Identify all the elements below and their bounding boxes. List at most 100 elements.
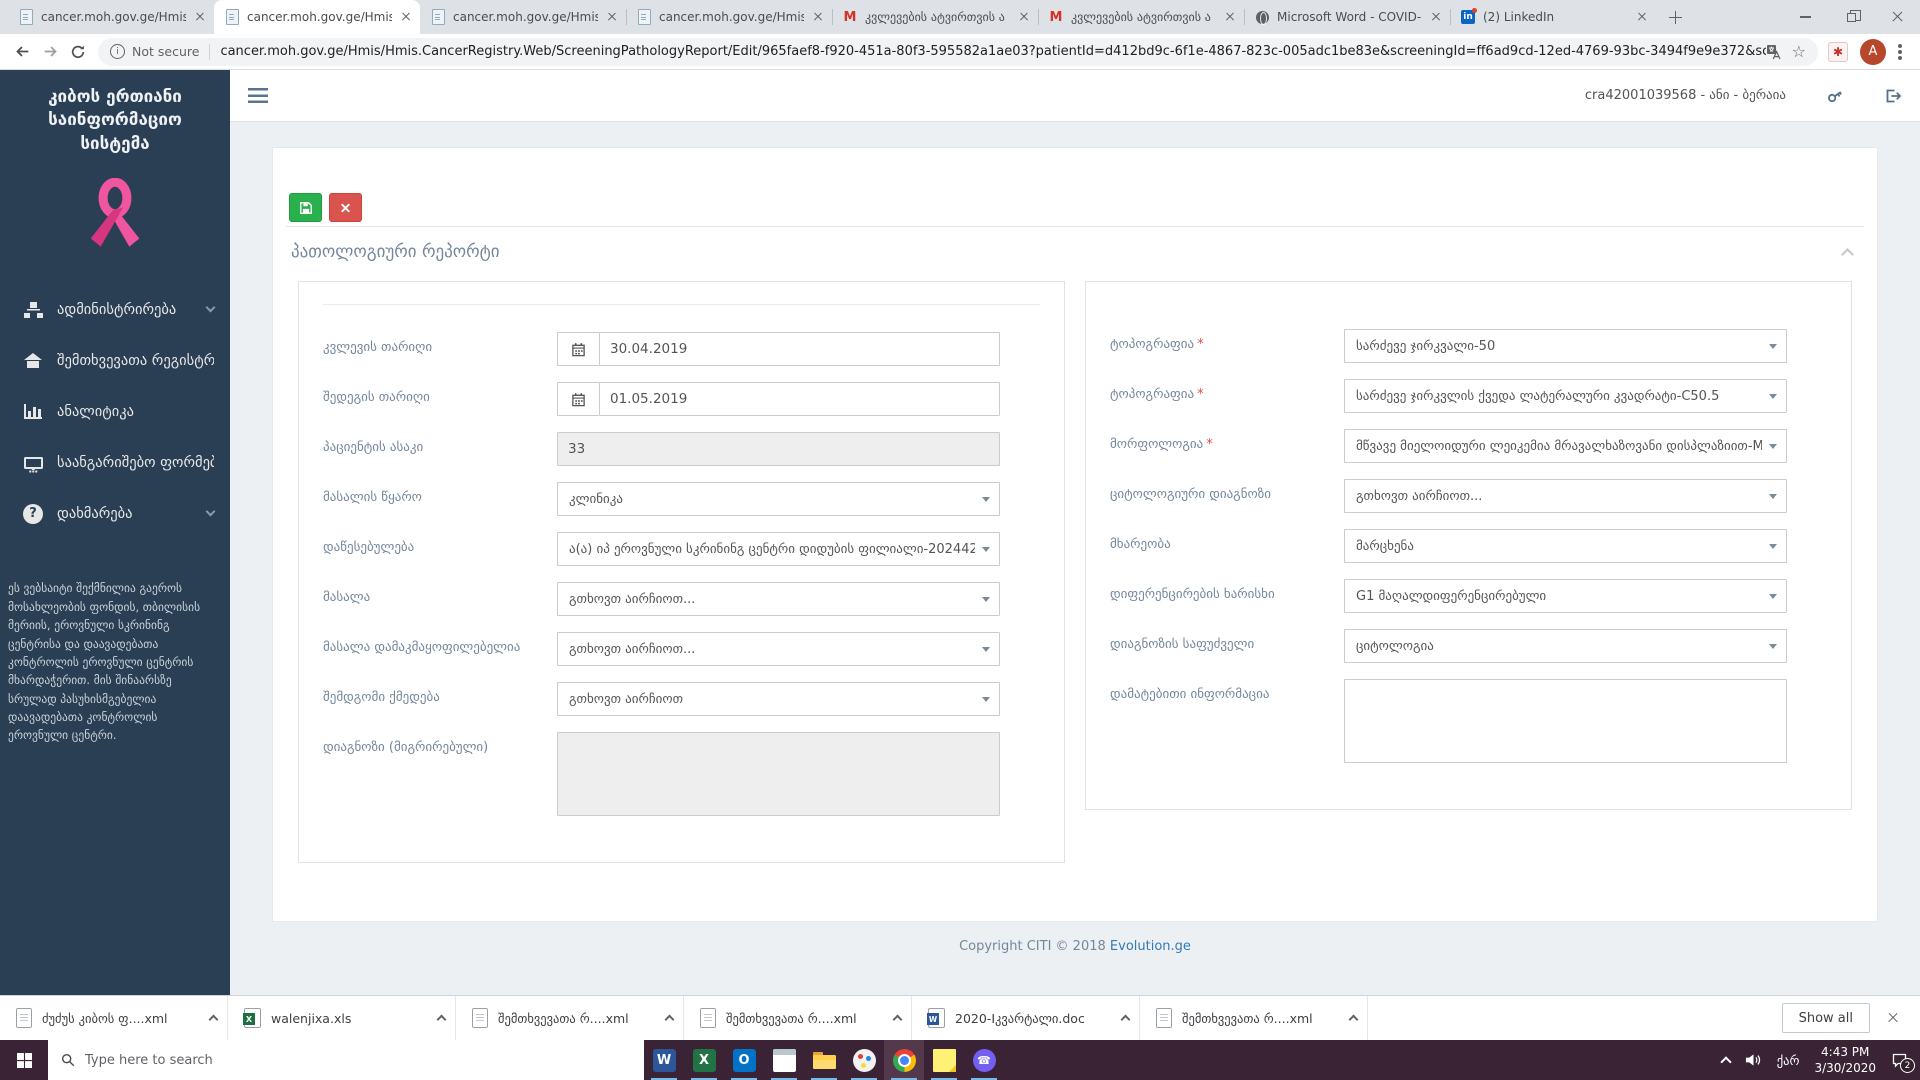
sidebar-item[interactable]: საანგარიშებო ფორმები (0, 437, 230, 488)
key-icon[interactable] (1822, 83, 1847, 108)
reload-button[interactable] (64, 38, 92, 66)
logout-icon[interactable] (1884, 87, 1902, 105)
taskbar-app-button[interactable] (804, 1040, 844, 1080)
select-dropdown[interactable]: გთხოვთ აირჩიოთ (557, 682, 1000, 716)
translate-icon[interactable] (1766, 44, 1782, 60)
browser-tab[interactable]: cancer.moh.gov.ge/Hmis/H (420, 0, 626, 34)
app-header: cra42001039568 - ანი - ბერაია (230, 70, 1920, 122)
menu-toggle-icon[interactable] (248, 88, 268, 103)
textarea-input[interactable] (1344, 679, 1787, 763)
download-item[interactable]: 2020-Iკვარტალი.doc (912, 996, 1140, 1040)
url-text[interactable]: cancer.moh.gov.ge/Hmis/Hmis.CancerRegist… (220, 44, 1765, 59)
collapse-chevron-icon[interactable] (1841, 248, 1854, 261)
date-input[interactable] (599, 332, 1000, 366)
tab-title: cancer.moh.gov.ge/Hmis/H (453, 10, 598, 24)
taskbar-clock[interactable]: 4:43 PM 3/30/2020 (1814, 1044, 1876, 1076)
browser-tab[interactable]: cancer.moh.gov.ge/Hmis/H (8, 0, 214, 34)
select-dropdown[interactable]: სარძევე ჯირკვლის ქვედა ლატერალური კვადრა… (1344, 379, 1787, 413)
chevron-up-icon[interactable] (208, 1014, 219, 1025)
start-button[interactable] (0, 1040, 48, 1080)
download-item[interactable]: შემთხვევათა რ....xml (684, 996, 912, 1040)
save-button[interactable] (289, 193, 322, 222)
download-item[interactable]: შემთხვევათა რ....xml (1140, 996, 1368, 1040)
tab-close-icon[interactable] (193, 10, 207, 24)
tab-close-icon[interactable] (605, 10, 619, 24)
select-dropdown[interactable]: გთხოვთ აირჩიოთ... (557, 582, 1000, 616)
bookmark-star-icon[interactable]: ☆ (1792, 43, 1806, 60)
new-tab-button[interactable] (1660, 3, 1690, 31)
download-item[interactable]: შემთხვევათა რ....xml (456, 996, 684, 1040)
address-bar[interactable]: Not secure cancer.moh.gov.ge/Hmis/Hmis.C… (98, 37, 1818, 66)
textarea-input[interactable] (557, 732, 1000, 816)
action-center-button[interactable]: 2 (1891, 1052, 1915, 1073)
chevron-up-icon[interactable] (436, 1014, 447, 1025)
download-item[interactable]: walenjixa.xls (228, 996, 456, 1040)
select-dropdown[interactable]: მწვავე მიელოიდური ლეიკემია მრავალხაზოვან… (1344, 429, 1787, 463)
calendar-icon[interactable] (557, 382, 599, 416)
browser-tab[interactable]: cancer.moh.gov.ge/Hmis/H (626, 0, 832, 34)
restore-button[interactable] (1828, 0, 1874, 34)
forward-icon (44, 46, 57, 57)
forward-button[interactable] (36, 38, 64, 66)
text-input[interactable] (557, 432, 1000, 466)
keyboard-language[interactable]: ქარ (1777, 1053, 1800, 1068)
sidebar-item[interactable]: დახმარება (0, 488, 230, 539)
profile-avatar[interactable]: A (1860, 38, 1886, 65)
help-icon (23, 503, 43, 524)
taskbar-search[interactable]: Type here to search (48, 1040, 644, 1080)
taskbar-app-button[interactable] (924, 1040, 964, 1080)
field-label: პაციენტის ასაკი (323, 440, 424, 455)
taskbar-app-button[interactable] (644, 1040, 684, 1080)
chevron-up-icon[interactable] (664, 1014, 675, 1025)
select-dropdown[interactable]: G1 მაღალდიფერენცირებული (1344, 579, 1787, 613)
chevron-up-icon[interactable] (1120, 1014, 1131, 1025)
browser-tab[interactable]: (2) LinkedIn (1450, 0, 1656, 34)
tab-close-icon[interactable] (811, 10, 825, 24)
select-dropdown[interactable]: გთხოვთ აირჩიოთ... (557, 632, 1000, 666)
taskbar-app-button[interactable] (844, 1040, 884, 1080)
downloads-close-icon[interactable] (1886, 1011, 1900, 1025)
back-button[interactable] (8, 38, 36, 66)
select-dropdown[interactable]: ციტოლოგია (1344, 629, 1787, 663)
date-input[interactable] (599, 382, 1000, 416)
taskbar-app-button[interactable] (684, 1040, 724, 1080)
required-asterisk: * (1197, 337, 1204, 352)
tab-close-icon[interactable] (1635, 10, 1649, 24)
volume-icon[interactable] (1745, 1053, 1762, 1067)
info-icon[interactable] (110, 44, 125, 59)
select-dropdown[interactable]: ა(ა) იპ ეროვნული სკრინინგ ცენტრი დიდუბის… (557, 532, 1000, 566)
browser-tab[interactable]: კვლევების ატვირთვის ა (1038, 0, 1244, 34)
browser-tab[interactable]: Microsoft Word - COVID-19 (1244, 0, 1450, 34)
browser-menu-icon[interactable] (1898, 49, 1902, 54)
tray-expand-chevron-icon[interactable] (1720, 1056, 1732, 1068)
select-dropdown[interactable]: მარცხენა (1344, 529, 1787, 563)
download-item[interactable]: ძუძუს კიბოს ფ....xml (0, 996, 228, 1040)
taskbar-app-button[interactable] (884, 1040, 924, 1080)
browser-tab[interactable]: cancer.moh.gov.ge/Hmis/H (214, 0, 420, 34)
select-dropdown[interactable]: კლინიკა (557, 482, 1000, 516)
tab-close-icon[interactable] (1429, 10, 1443, 24)
minimize-button[interactable] (1782, 0, 1828, 34)
select-dropdown[interactable]: გთხოვთ აირჩიოთ... (1344, 479, 1787, 513)
tab-close-icon[interactable] (1223, 10, 1237, 24)
browser-tab[interactable]: კვლევების ატვირთვის ა (832, 0, 1038, 34)
sidebar-item[interactable]: ანალიტიკა (0, 386, 230, 437)
cancel-button[interactable] (329, 193, 362, 222)
sidebar-item[interactable]: ადმინისტრირება (0, 284, 230, 335)
field-label: ტოპოგრაფია (1110, 337, 1195, 352)
taskbar-app-button[interactable] (764, 1040, 804, 1080)
chevron-up-icon[interactable] (892, 1014, 903, 1025)
chevron-up-icon[interactable] (1348, 1014, 1359, 1025)
sidebar-item[interactable]: შემთხვევათა რეგისტრი (0, 335, 230, 386)
tab-close-icon[interactable] (1017, 10, 1031, 24)
taskbar-app-button[interactable] (964, 1040, 1004, 1080)
select-dropdown[interactable]: სარძევე ჯირკვალი-50 (1344, 329, 1787, 363)
taskbar-app-button[interactable] (724, 1040, 764, 1080)
copyright-link[interactable]: Evolution.ge (1110, 939, 1191, 954)
show-all-button[interactable]: Show all (1781, 1003, 1870, 1033)
chevron-down-icon (1769, 494, 1777, 499)
tab-close-icon[interactable] (399, 10, 413, 24)
pdf-extension-icon[interactable]: ✱ (1828, 41, 1848, 62)
close-button[interactable] (1874, 0, 1920, 34)
calendar-icon[interactable] (557, 332, 599, 366)
